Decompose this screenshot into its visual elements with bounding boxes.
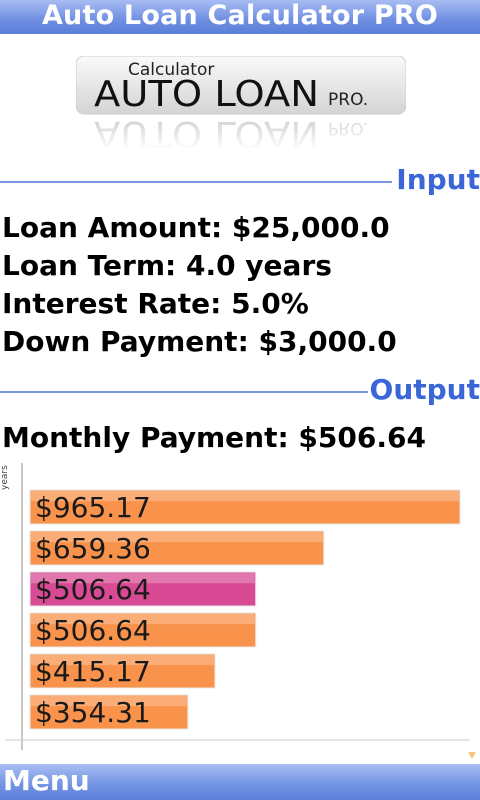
interest-rate-text: Interest Rate: 5.0%	[2, 287, 309, 320]
svg-text:AUTO LOAN: AUTO LOAN	[94, 74, 319, 115]
chart-bar-label: $506.64	[35, 614, 151, 647]
chart-bar-label: $354.31	[35, 696, 151, 729]
chart-bar-label: $965.17	[35, 491, 151, 524]
input-heading: Input	[396, 163, 480, 196]
output-section-header: Output	[0, 373, 480, 407]
auto-loan-pro-logo: Calculator AUTO LOAN PRO. AUTO LOAN PRO.	[76, 56, 406, 150]
y-axis-label: years	[0, 465, 10, 490]
output-divider	[0, 391, 368, 393]
input-divider	[0, 181, 392, 183]
chart-bar-label: $415.17	[35, 655, 151, 688]
down-payment-text: Down Payment: $3,000.0	[2, 325, 397, 358]
chart-bar-label: $659.36	[35, 532, 151, 565]
menu-button[interactable]: Menu	[0, 764, 90, 797]
app-title-bar: Auto Loan Calculator PRO	[0, 0, 480, 34]
svg-text:PRO.: PRO.	[328, 90, 368, 110]
chart-bar-label: $506.64	[35, 573, 151, 606]
payment-bar-chart[interactable]: years $965.17 $659.36 $506.64 $506.64 $415.1…	[0, 458, 480, 763]
loan-term-text: Loan Term: 4.0 years	[2, 249, 332, 282]
monthly-payment-text: Monthly Payment: $506.64	[2, 421, 426, 454]
app-title: Auto Loan Calculator PRO	[41, 0, 439, 31]
menu-bar[interactable]: Menu	[0, 764, 480, 800]
scroll-down-arrow-icon[interactable]	[468, 752, 476, 759]
input-section-header: Input	[0, 163, 480, 197]
loan-amount-text: Loan Amount: $25,000.0	[2, 211, 390, 244]
output-heading: Output	[369, 373, 480, 406]
